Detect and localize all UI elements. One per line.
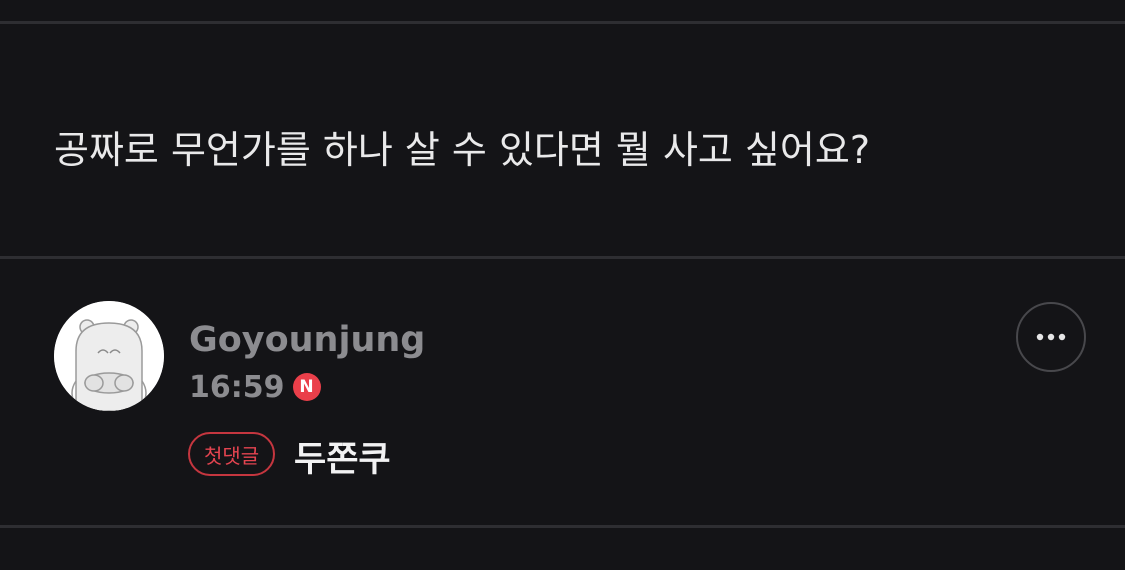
post-question: 공짜로 무언가를 하나 살 수 있다면 뭘 사고 싶어요? (54, 128, 871, 172)
more-dots-icon (1036, 333, 1066, 341)
thread-page: 공짜로 무언가를 하나 살 수 있다면 뭘 사고 싶어요? Goyounjung… (0, 0, 1125, 570)
avatar[interactable] (54, 301, 164, 411)
comment-text: 두쫀쿠 (294, 440, 391, 480)
first-comment-badge: 첫댓글 (188, 432, 276, 476)
section-divider (0, 256, 1125, 259)
bear-avatar-icon (54, 301, 164, 411)
comment-meta: 16:59 N (189, 366, 321, 408)
more-options-button[interactable] (1016, 302, 1086, 372)
new-badge: N (292, 373, 321, 401)
comment-time: 16:59 (189, 369, 285, 405)
top-divider (0, 21, 1125, 24)
username[interactable]: Goyounjung (189, 318, 425, 362)
bottom-divider (0, 525, 1125, 528)
